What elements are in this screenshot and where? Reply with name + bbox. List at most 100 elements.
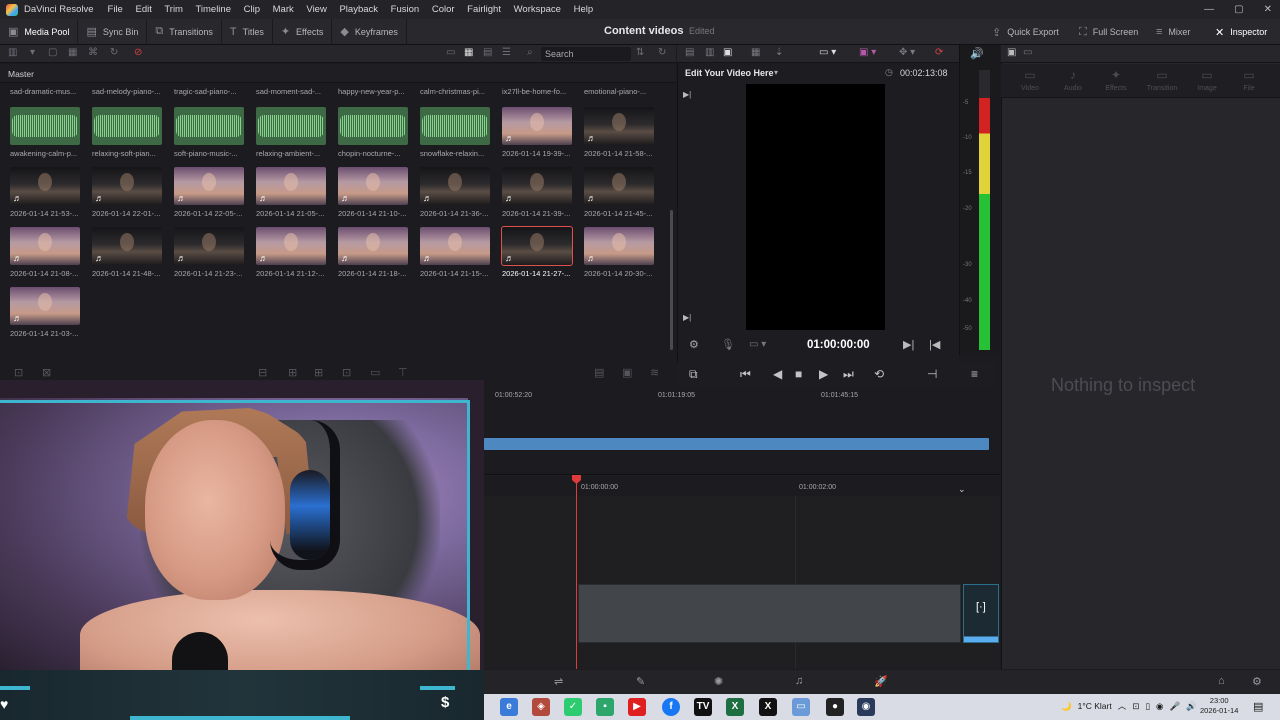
- viewer-settings-icon[interactable]: ⚙: [689, 338, 699, 351]
- facebook-icon[interactable]: f: [662, 698, 680, 716]
- thumbnail-icon[interactable]: ▣: [622, 366, 632, 379]
- source-overwrite-icon[interactable]: ⊤: [398, 366, 408, 379]
- fusion-page-icon[interactable]: ✺: [714, 675, 723, 688]
- viewer-title[interactable]: Edit Your Video Here: [685, 68, 774, 78]
- tab-audio[interactable]: ♪ Audio: [1050, 68, 1096, 92]
- media-clip[interactable]: ♬ 2026-01-14 21-18-...: [338, 227, 408, 278]
- bypass-icon[interactable]: ⟳: [935, 47, 943, 58]
- snap-icon[interactable]: ⊣: [927, 367, 937, 381]
- play-icon[interactable]: ▶: [819, 367, 828, 381]
- keyframes-button[interactable]: ◆ Keyframes: [332, 18, 407, 45]
- playhead[interactable]: [576, 478, 577, 669]
- menu-edit[interactable]: Edit: [135, 4, 151, 15]
- tab-effects[interactable]: ✦ Effects: [1093, 68, 1139, 92]
- timeline-dropdown-chevron-icon[interactable]: ⌄: [958, 484, 966, 495]
- media-clip[interactable]: relaxing-ambient-...: [256, 107, 326, 158]
- media-clip[interactable]: ♬ 2026-01-14 22-01-...: [92, 167, 162, 218]
- viewer-timecode[interactable]: 01:00:00:00: [807, 339, 870, 351]
- metadata-view-icon[interactable]: ▭: [446, 47, 455, 58]
- smart-insert-icon[interactable]: ⊟: [258, 366, 267, 379]
- dual-viewer-icon[interactable]: ▥: [705, 47, 714, 58]
- disable-icon[interactable]: ⊘: [134, 47, 142, 58]
- media-pool-scrollbar[interactable]: [670, 210, 673, 350]
- stop-icon[interactable]: ■: [795, 367, 802, 381]
- import-icon[interactable]: ▾: [30, 47, 35, 58]
- settings-gear-icon[interactable]: ⚙: [1252, 675, 1262, 688]
- home-icon[interactable]: ⌂: [1218, 675, 1225, 687]
- edge-browser-icon[interactable]: e: [500, 698, 518, 716]
- single-viewer-icon[interactable]: ▣: [723, 47, 732, 58]
- cut-page-icon[interactable]: ⇌: [554, 675, 563, 688]
- menu-timeline[interactable]: Timeline: [195, 4, 231, 15]
- menu-file[interactable]: File: [108, 4, 123, 15]
- timeline-options-icon[interactable]: ≡: [971, 367, 978, 381]
- menu-trim[interactable]: Trim: [164, 4, 183, 15]
- tray-app-icon[interactable]: ▯: [1145, 701, 1150, 712]
- tab-transition[interactable]: ▭ Transition: [1139, 68, 1185, 92]
- media-clip[interactable]: snowflake-relaxin...: [420, 107, 490, 158]
- overlay-icon[interactable]: ▣ ▾: [859, 47, 876, 58]
- mark-icon[interactable]: ⇣: [775, 47, 783, 58]
- viewer-dropdown-chevron-icon[interactable]: ▾: [774, 68, 778, 77]
- weather-text[interactable]: 1°C Klart: [1078, 701, 1112, 711]
- upper-timeline-clip-bar[interactable]: [484, 438, 989, 450]
- aspect-icon[interactable]: ▭ ▾: [819, 47, 836, 58]
- sidebar-toggle-icon[interactable]: ▥: [8, 47, 17, 58]
- app-icon[interactable]: ✓: [564, 698, 582, 716]
- mixer-button[interactable]: ≡ Mixer: [1156, 19, 1190, 45]
- file-explorer-icon[interactable]: ▭: [792, 698, 810, 716]
- menu-color[interactable]: Color: [432, 4, 455, 15]
- deliver-page-icon[interactable]: 🚀: [874, 675, 888, 688]
- tab-image[interactable]: ▭ Image: [1184, 68, 1230, 92]
- media-clip[interactable]: ♬ 2026-01-14 21-39-...: [502, 167, 572, 218]
- search-input[interactable]: Search: [541, 47, 631, 61]
- thumbnail-view-icon[interactable]: ▦: [464, 47, 473, 58]
- relink-icon[interactable]: ↻: [110, 47, 118, 58]
- media-pool-button[interactable]: ▣ Media Pool: [0, 18, 79, 45]
- tray-chevron-icon[interactable]: ︿: [1118, 700, 1127, 712]
- bin-name[interactable]: Master: [0, 64, 676, 83]
- microphone-tray-icon[interactable]: 🎤: [1169, 701, 1180, 712]
- media-clip[interactable]: ♬ 2026-01-14 21-03-...: [10, 287, 80, 338]
- mark-in-icon[interactable]: ▶|: [903, 338, 914, 351]
- media-clip[interactable]: ♬ 2026-01-14 21-05-...: [256, 167, 326, 218]
- quick-export-button[interactable]: ⇪ Quick Export: [992, 19, 1059, 45]
- excel-icon[interactable]: X: [726, 698, 744, 716]
- skip-back-icon[interactable]: ⏮: [740, 367, 751, 382]
- media-clip[interactable]: ♬ 2026-01-14 21-23-...: [174, 227, 244, 278]
- media-clip[interactable]: ♬ 2026-01-14 21-45-...: [584, 167, 654, 218]
- app-icon[interactable]: ▪: [596, 698, 614, 716]
- cinema-icon[interactable]: ▦: [751, 47, 760, 58]
- menu-help[interactable]: Help: [574, 4, 594, 15]
- media-clip[interactable]: ♬ 2026-01-14 21-48-...: [92, 227, 162, 278]
- timeline-clip[interactable]: [578, 584, 961, 643]
- notification-icon[interactable]: ▤: [1253, 700, 1263, 713]
- inspector-button[interactable]: ✕ Inspector: [1215, 19, 1267, 45]
- davinci-taskbar-icon[interactable]: ◉: [857, 698, 875, 716]
- youtube-icon[interactable]: ▶: [628, 698, 646, 716]
- menu-clip[interactable]: Clip: [244, 4, 260, 15]
- media-clip[interactable]: chopin-nocturne-...: [338, 107, 408, 158]
- insert-icon[interactable]: ⊡: [14, 366, 23, 379]
- tradingview-icon[interactable]: TV: [694, 698, 712, 716]
- speaker-icon[interactable]: 🔊: [970, 47, 984, 60]
- menu-mark[interactable]: Mark: [273, 4, 294, 15]
- refresh-icon[interactable]: ↻: [658, 47, 666, 58]
- list-view-icon[interactable]: ▤: [483, 47, 492, 58]
- inspector-layout-icon[interactable]: ▣: [1007, 47, 1016, 58]
- microphone-icon[interactable]: 🎙: [721, 338, 735, 351]
- transform-icon[interactable]: ✥ ▾: [899, 47, 915, 58]
- media-clip[interactable]: soft-piano-music-...: [174, 107, 244, 158]
- media-clip[interactable]: ♬ 2026-01-14 21-12-...: [256, 227, 326, 278]
- sync-bin-button[interactable]: ▤ Sync Bin: [78, 18, 148, 45]
- tab-file[interactable]: ▭ File: [1226, 68, 1272, 92]
- menu-fusion[interactable]: Fusion: [391, 4, 420, 15]
- media-clip[interactable]: ♬ 2026-01-14 20-30-...: [584, 227, 654, 278]
- media-clip[interactable]: ♬ 2026-01-14 21-58-...: [584, 107, 654, 158]
- append-icon[interactable]: ⊞: [288, 366, 297, 379]
- smart-bin-icon[interactable]: ▦: [68, 47, 77, 58]
- link-icon[interactable]: ⌘: [88, 47, 98, 58]
- overwrite-icon[interactable]: ⊠: [42, 366, 51, 379]
- tab-video[interactable]: ▭ Video: [1007, 68, 1053, 92]
- upper-timeline-ruler[interactable]: 01:00:52:20 01:01:19:05 01:01:45:15: [484, 386, 1000, 404]
